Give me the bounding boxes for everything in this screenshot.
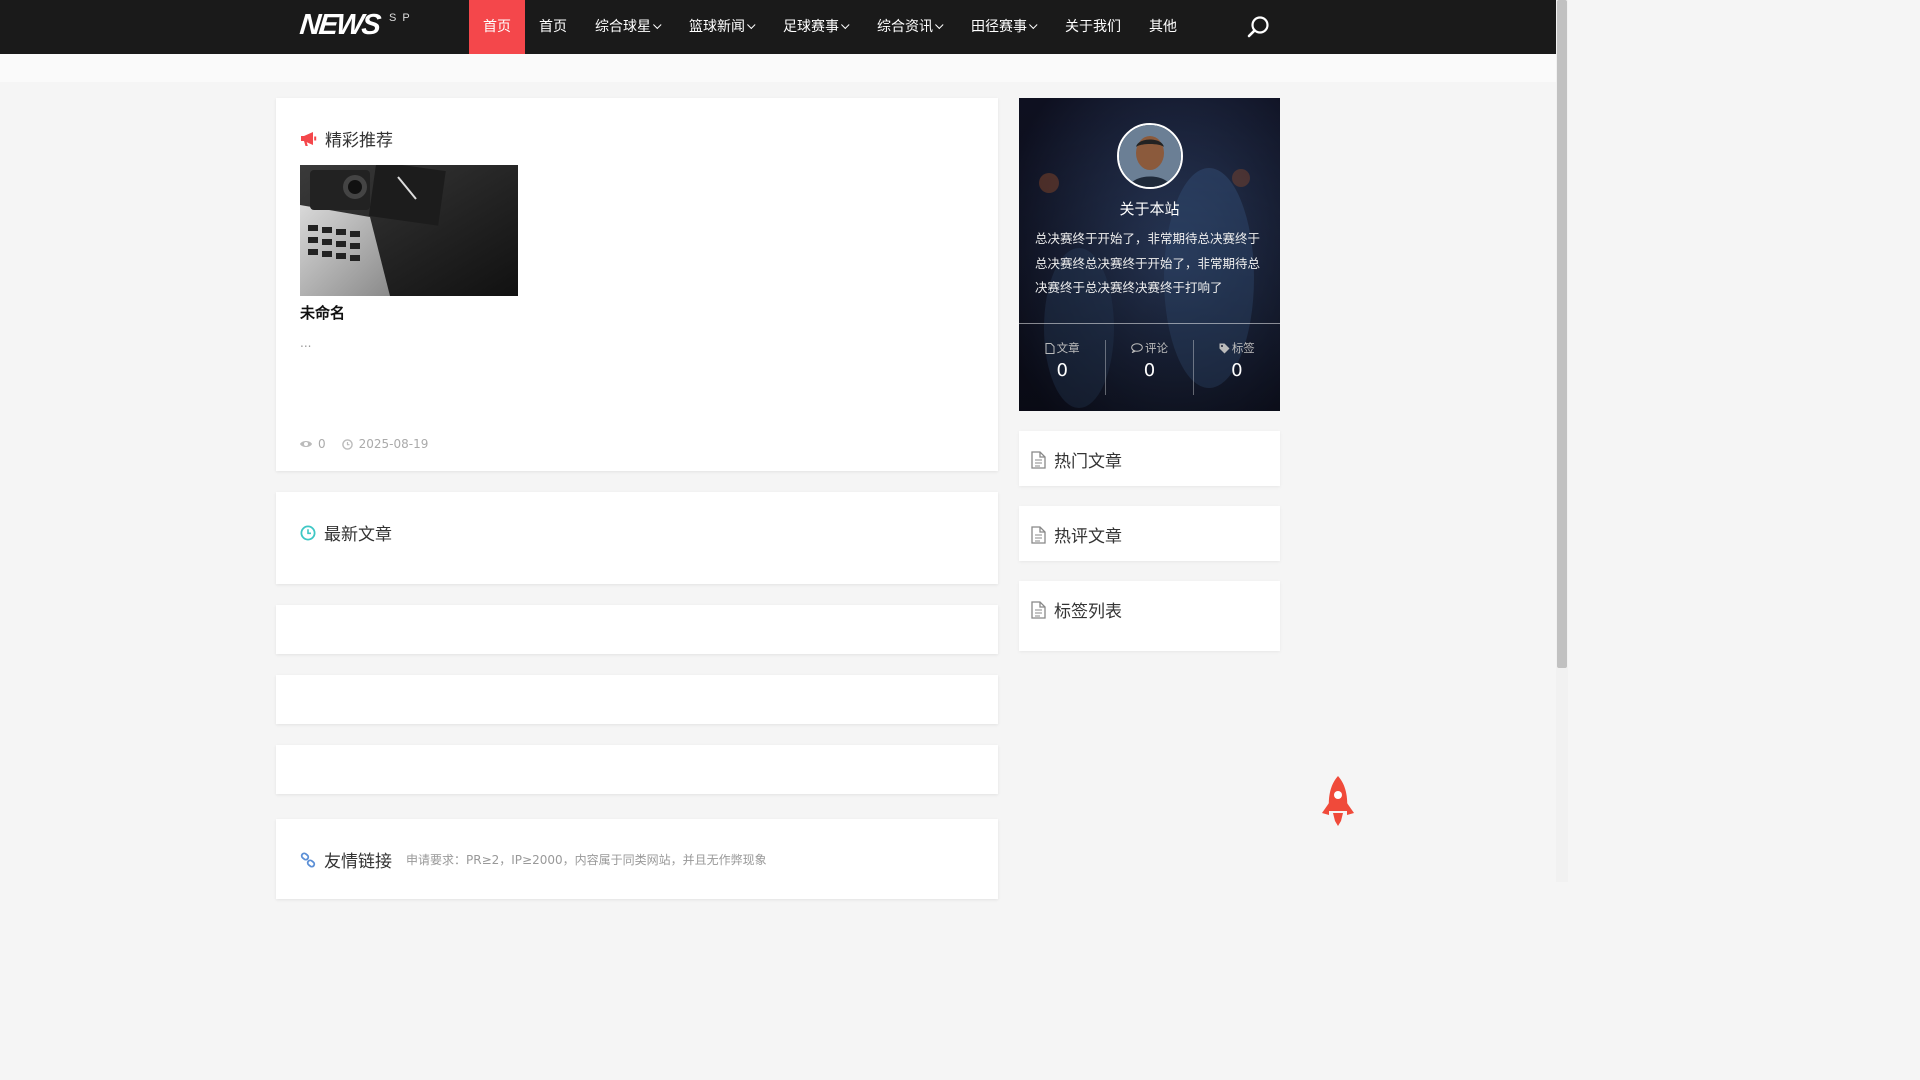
nav-item-label: 首页 [539, 19, 567, 35]
document-icon [1031, 600, 1046, 619]
about-description: 总决赛终于开始了，非常期待总决赛终于总决赛终总决赛终于开始了，非常期待总决赛终于… [1035, 231, 1261, 295]
about-widget: 关于本站 总决赛终于开始了，非常期待总决赛终于总决赛终总决赛终于开始了，非常期待… [1019, 98, 1280, 411]
document-icon [1031, 525, 1046, 544]
widget-title[interactable]: 标签列表 [1031, 597, 1122, 622]
nav-item-label: 其他 [1149, 19, 1177, 35]
section-title-links: 友情链接 申请要求：PR≥2，IP≥2000，内容属于同类网站，并且无作弊现象 [300, 847, 767, 872]
nav-item-athletics[interactable]: 田径赛事 [957, 0, 1051, 54]
nav-item-label: 田径赛事 [971, 19, 1027, 35]
document-icon [1031, 450, 1046, 469]
widget-title-text: 标签列表 [1054, 602, 1122, 622]
nav-item-label: 首页 [483, 19, 511, 35]
stat-label-text: 标签 [1231, 341, 1255, 355]
nav-item-label: 综合球星 [595, 19, 651, 35]
nav-item-label: 足球赛事 [783, 19, 839, 35]
article-list-item[interactable] [276, 605, 998, 654]
rocket-icon[interactable] [1320, 775, 1356, 827]
nav-item-label: 篮球新闻 [689, 19, 745, 35]
article-list-item[interactable] [276, 745, 998, 794]
tag-list-widget: 标签列表 [1019, 581, 1280, 651]
stat-label-text: 评论 [1144, 341, 1168, 355]
featured-section: 精彩推荐 未命名 ... 0 2025-08-19 [276, 98, 998, 471]
scrollbar-thumb[interactable] [1557, 0, 1567, 668]
chevron-down-icon [841, 20, 850, 30]
site-stats: 文章 0 评论 0 标签 0 [1019, 340, 1280, 395]
stat-comments[interactable]: 评论 0 [1105, 340, 1192, 395]
top-navbar: NEWS SP 首页 首页 综合球星 篮球新闻 足球赛事 综合资讯 田径赛事 关… [0, 0, 1556, 54]
chevron-down-icon [653, 20, 662, 30]
clock-icon [341, 438, 353, 450]
post-date: 2025-08-19 [358, 437, 429, 451]
page-scrollbar[interactable] [1556, 0, 1568, 882]
widget-title[interactable]: 热评文章 [1031, 522, 1122, 547]
hot-articles-widget: 热门文章 [1019, 431, 1280, 486]
search-icon[interactable] [1246, 14, 1272, 40]
chevron-down-icon [935, 20, 944, 30]
tag-icon [1219, 343, 1230, 353]
nav-item-home[interactable]: 首页 [525, 0, 581, 54]
links-requirement-note: 申请要求：PR≥2，IP≥2000，内容属于同类网站，并且无作弊现象 [406, 853, 767, 867]
section-title-featured: 精彩推荐 [300, 126, 393, 151]
divider [1019, 323, 1280, 324]
nav-item-label: 综合资讯 [877, 19, 933, 35]
section-title-latest: 最新文章 [300, 520, 392, 545]
stat-value: 0 [1056, 360, 1068, 381]
featured-post-meta: 0 2025-08-19 [300, 437, 444, 451]
nav-item-other[interactable]: 其他 [1135, 0, 1191, 54]
section-title-text: 友情链接 [324, 852, 392, 872]
section-title-text: 精彩推荐 [325, 131, 393, 151]
stat-label-text: 文章 [1056, 341, 1080, 355]
site-logo[interactable]: NEWS SP [298, 9, 416, 44]
megaphone-icon [300, 131, 317, 147]
clock-icon [300, 525, 316, 541]
section-title-text: 最新文章 [324, 525, 392, 545]
header-spacer [0, 54, 1556, 82]
stat-articles[interactable]: 文章 0 [1019, 340, 1105, 395]
featured-post-excerpt: ... [300, 336, 312, 350]
widget-title[interactable]: 热门文章 [1031, 447, 1122, 472]
stat-value: 0 [1231, 360, 1243, 381]
document-icon [1045, 342, 1055, 354]
nav-item-basketball[interactable]: 篮球新闻 [675, 0, 769, 54]
chevron-down-icon [1029, 20, 1038, 30]
nav-item-news[interactable]: 综合资讯 [863, 0, 957, 54]
featured-post-thumbnail[interactable] [300, 165, 518, 296]
stat-label: 文章 [1019, 340, 1105, 356]
nav-item-home-active[interactable]: 首页 [469, 0, 525, 54]
main-menu: 首页 首页 综合球星 篮球新闻 足球赛事 综合资讯 田径赛事 关于我们 其他 [469, 0, 1191, 54]
comment-icon [1131, 343, 1143, 353]
avatar[interactable] [1117, 123, 1183, 189]
link-icon [300, 851, 316, 868]
stat-label: 评论 [1106, 340, 1192, 356]
nav-item-label: 关于我们 [1065, 19, 1121, 35]
logo-text: NEWS [298, 9, 381, 41]
hot-comments-widget: 热评文章 [1019, 506, 1280, 561]
about-title: 关于本站 [1119, 200, 1180, 218]
nav-item-football[interactable]: 足球赛事 [769, 0, 863, 54]
chevron-down-icon [747, 20, 756, 30]
friend-links-section: 友情链接 申请要求：PR≥2，IP≥2000，内容属于同类网站，并且无作弊现象 [276, 819, 998, 899]
stat-value: 0 [1143, 360, 1156, 381]
nav-item-about[interactable]: 关于我们 [1051, 0, 1135, 54]
nav-item-stars[interactable]: 综合球星 [581, 0, 675, 54]
views-count: 0 [318, 437, 326, 451]
views-meta: 0 [300, 437, 326, 451]
article-list-item[interactable] [276, 675, 998, 724]
widget-title-text: 热评文章 [1054, 527, 1122, 547]
widget-title-text: 热门文章 [1054, 452, 1122, 472]
stat-label: 标签 [1194, 340, 1280, 356]
featured-post-title[interactable]: 未命名 [300, 302, 345, 323]
stat-tags[interactable]: 标签 0 [1192, 340, 1280, 395]
date-meta: 2025-08-19 [341, 437, 429, 451]
logo-subtext: SP [389, 12, 416, 24]
latest-section: 最新文章 [276, 492, 998, 584]
eye-icon [300, 441, 312, 447]
